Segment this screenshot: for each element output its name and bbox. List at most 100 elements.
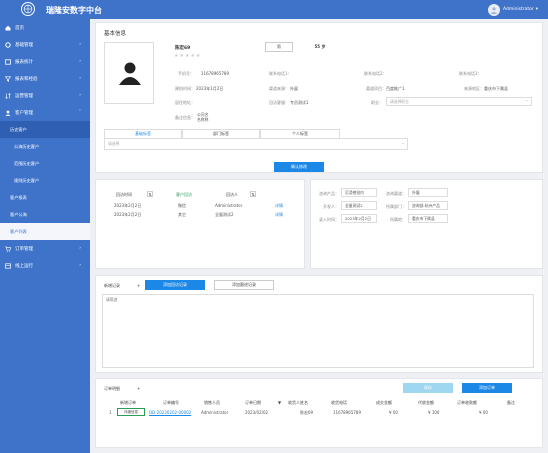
plus-icon[interactable]: +: [137, 283, 140, 288]
location-label: 所属地：: [390, 217, 406, 222]
user-avatar-icon[interactable]: [488, 3, 501, 16]
person-icon: [119, 62, 141, 85]
chevron-right-icon: ›: [79, 93, 81, 98]
contact1-label: 联系电话1：: [269, 71, 292, 76]
visit-row-2-user: 全量测试2: [215, 212, 234, 217]
sidebar-item-operation[interactable]: 运营管理 ›: [0, 87, 90, 104]
sort-icon[interactable]: ▼: [278, 400, 281, 405]
tab-basic-tags[interactable]: 基础标签: [104, 129, 182, 138]
app-logo-icon[interactable]: [21, 2, 35, 16]
occupation-select[interactable]: 请选择职业 ˅: [386, 97, 532, 106]
sidebar-item-report[interactable]: 报表统计 ›: [0, 53, 90, 70]
chevron-right-icon: ›: [79, 76, 81, 81]
order-deal-amount: ¥ 00: [389, 410, 398, 415]
channel-label: 渠道项目：: [366, 86, 386, 91]
add-followup-record-button[interactable]: 添加跟进记录: [214, 280, 274, 290]
rating-stars[interactable]: ★★★★★: [174, 53, 201, 59]
order-header-sales: 销售人员: [204, 400, 220, 405]
save-order-button[interactable]: 保存: [403, 383, 453, 393]
tag-placeholder: 请选择: [108, 141, 120, 146]
new-record-label: 新增记录: [104, 283, 120, 288]
contact3-label: 联系电话3：: [459, 71, 482, 76]
sidebar-item-online[interactable]: 线上运行 ›: [0, 257, 90, 274]
sidebar-sub-customer-pool[interactable]: 客户公海: [0, 206, 90, 223]
add-order-button[interactable]: 添加订单: [462, 383, 512, 393]
customer-photo[interactable]: [104, 42, 154, 104]
tab-department-tags[interactable]: 部门标签: [182, 129, 260, 138]
chevron-right-icon: ›: [79, 42, 81, 47]
sort-icon[interactable]: ⇅: [147, 191, 153, 197]
order-header-date: 订单日期: [245, 400, 261, 405]
chevron-down-icon: ˅: [78, 110, 81, 115]
sidebar-sub-customer-list[interactable]: 客户列表: [0, 223, 90, 240]
visit-row-1-type: 微信: [178, 203, 186, 208]
phone-value: 11678965789: [201, 71, 229, 76]
visit-label: 回访客服：: [269, 100, 289, 105]
record-textarea[interactable]: 请简述: [102, 294, 534, 368]
department-value[interactable]: 咨询部-杭州产品: [408, 201, 448, 210]
visit-row-1-detail-link[interactable]: 详情: [275, 203, 283, 209]
phone-label: 手机号：: [178, 71, 194, 76]
occupation-label: 职业：: [371, 100, 383, 105]
sidebar-item-home[interactable]: 首页: [0, 19, 90, 36]
order-header-collect: 代收金额: [418, 400, 434, 405]
sidebar-item-experience[interactable]: 报表和经验 ›: [0, 70, 90, 87]
location-value[interactable]: 重庆市下属县: [408, 214, 448, 223]
source-label: 渠道来源：: [269, 86, 289, 91]
developer-value[interactable]: 全量测试2: [341, 201, 377, 210]
order-header-received: 订单收款额: [457, 400, 477, 405]
visit-type-header: 客户回访: [176, 192, 192, 197]
sort-icon[interactable]: ⇅: [250, 191, 256, 197]
order-details-label: 订单明细: [104, 386, 120, 391]
province-value: 重庆市下属县: [484, 86, 508, 91]
developer-label: 开发人：: [323, 204, 339, 209]
tab-personal-tags[interactable]: 个人标签: [260, 129, 340, 138]
order-header-deal: 成交金额: [376, 400, 392, 405]
chevron-down-icon: ˅: [402, 141, 404, 147]
chevron-right-icon: ›: [79, 59, 81, 64]
visit-row-1-user: Administrator: [215, 203, 243, 208]
sidebar-item-orders[interactable]: 订单管理 ›: [0, 240, 90, 257]
consult-channel-value[interactable]: 外展: [408, 188, 448, 197]
order-header-op: 新增订单: [120, 400, 136, 405]
order-phone: 11678965789: [333, 410, 361, 415]
visit-row-2-type: 其它: [178, 212, 186, 217]
visit-time-header: 回访时间: [116, 192, 132, 197]
tag-select[interactable]: 请选择 ˅: [104, 138, 408, 150]
sidebar-item-customer[interactable]: 客户管理 ˅: [0, 104, 90, 121]
order-detail-button[interactable]: 详细信息: [117, 408, 145, 416]
order-header-remark: 备注: [507, 400, 515, 405]
home-icon: [5, 25, 11, 31]
order-number-link[interactable]: OD-20230202-00002: [149, 410, 191, 415]
chevron-down-icon[interactable]: ▾: [536, 7, 538, 12]
sidebar-item-basic[interactable]: 基础管理 ›: [0, 36, 90, 53]
top-bar: 瑞隆安数字中台 Administrator ▾: [0, 0, 548, 19]
sort-icon: [5, 92, 11, 99]
table-icon: [5, 262, 11, 269]
consult-channel-label: 咨询渠道：: [386, 191, 406, 196]
visit-row-1-time: 2023年2月2日: [114, 203, 142, 208]
app-title: 瑞隆安数字中台: [46, 6, 102, 15]
visit-row-2-time: 2023年2月2日: [114, 212, 142, 217]
user-menu[interactable]: Administrator ▾: [488, 3, 538, 16]
user-name[interactable]: Administrator: [503, 7, 534, 12]
expand-icon[interactable]: +: [137, 386, 140, 391]
sidebar: 首页 基础管理 › 报表统计 › 报表和经验 › 运营管理 › 客户管理 ˅ 历史客户 公…: [0, 19, 90, 453]
sidebar-sub-public-history[interactable]: 公海历史客户: [0, 138, 90, 155]
visit-row-2-detail-link[interactable]: 详情: [275, 212, 283, 218]
sidebar-sub-rule-history[interactable]: 规则历史客户: [0, 172, 90, 189]
entry-time-value[interactable]: 2023年2月2日: [341, 214, 377, 223]
sidebar-sub-customer-report[interactable]: 客户报表: [0, 189, 90, 206]
gender-badge: 男: [265, 42, 293, 52]
sidebar-sub-history[interactable]: 历史客户: [0, 121, 90, 138]
confirm-edit-button[interactable]: 确认修改: [274, 162, 324, 172]
notes-label: 备注信息：: [175, 115, 195, 120]
order-header-phone: 收货电话: [331, 400, 347, 405]
consult-product-value[interactable]: 沉浸感觉内: [341, 188, 377, 197]
province-label: 来源地区：: [464, 86, 484, 91]
order-date: 2023/02/02: [245, 410, 269, 415]
sidebar-sub-range-history[interactable]: 范围历史客户: [0, 155, 90, 172]
channel-value: 百度推广1: [386, 86, 405, 91]
add-visit-record-button[interactable]: 添加回访记录: [145, 280, 205, 290]
gear-icon: [5, 41, 11, 48]
